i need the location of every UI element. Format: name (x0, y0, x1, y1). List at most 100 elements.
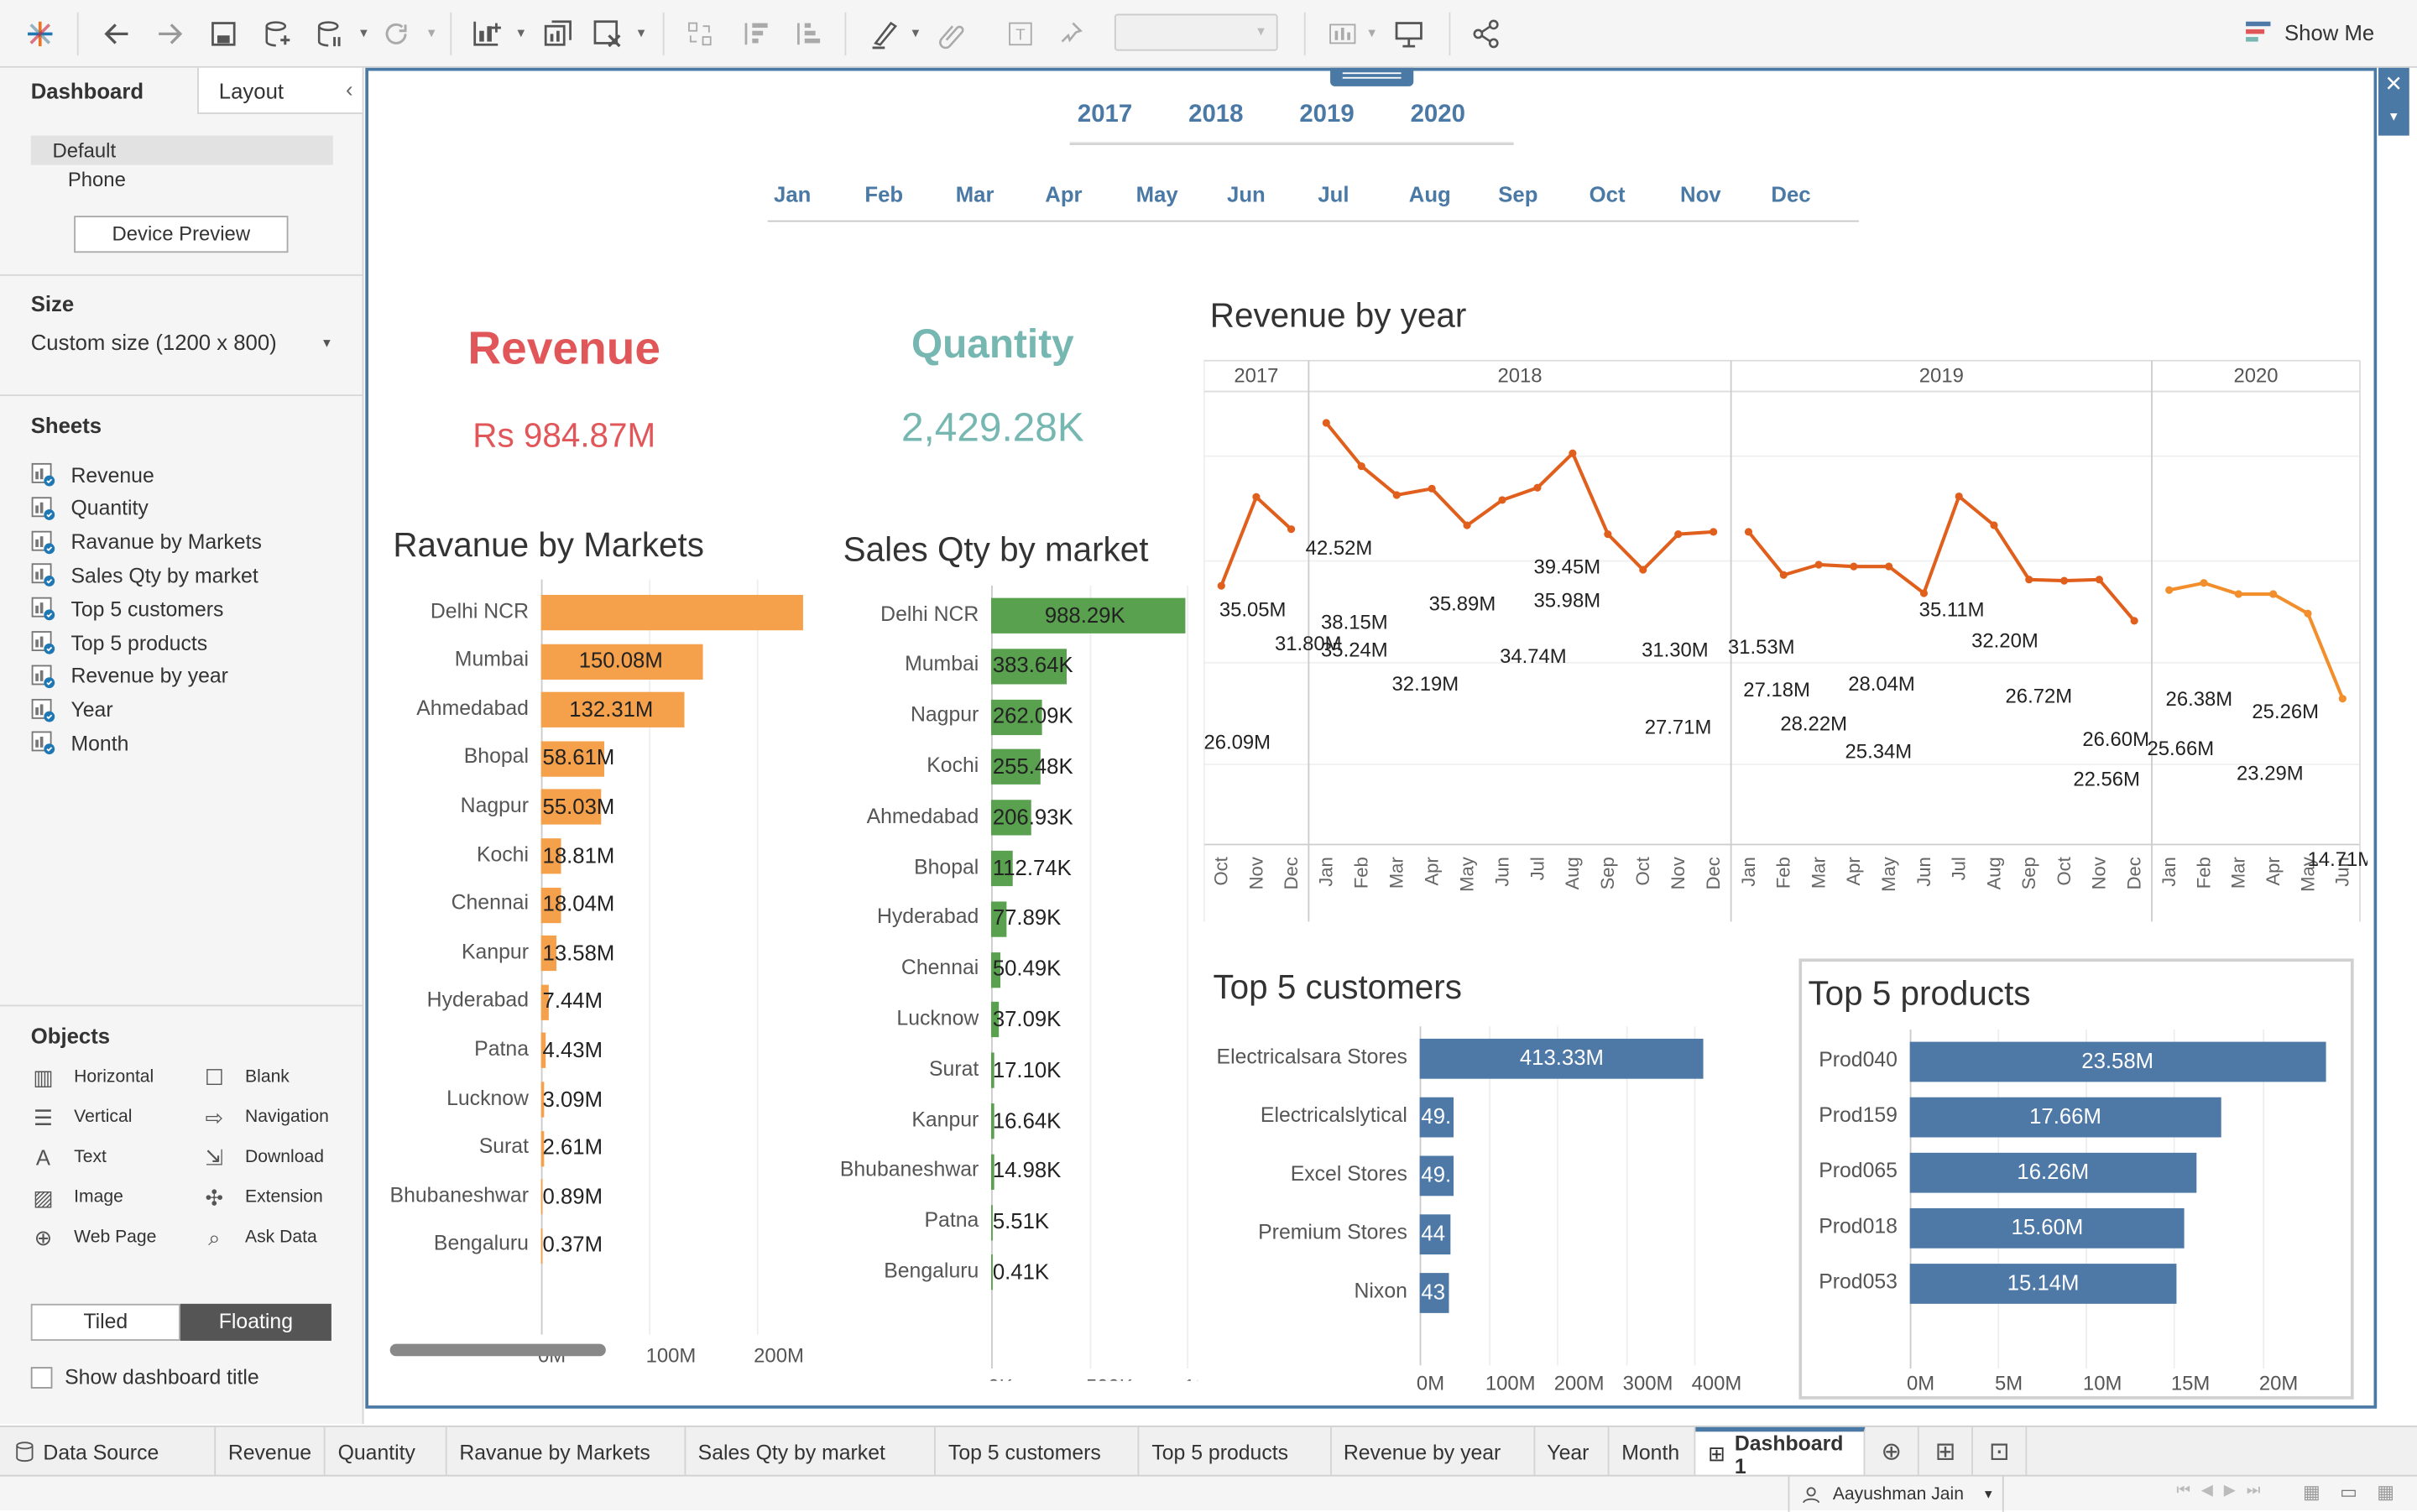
sheet-item[interactable]: Quantity (31, 493, 149, 524)
tab-sheet[interactable]: Quantity (326, 1426, 447, 1477)
new-worksheet-tab-icon[interactable]: ⊕ (1865, 1426, 1919, 1477)
tab-sheet[interactable]: Year (1535, 1426, 1610, 1477)
year-filter: 2017 2018 2019 2020 (1069, 99, 1514, 145)
duplicate-icon[interactable] (536, 13, 579, 55)
sort-ascending-icon[interactable] (733, 13, 776, 55)
sheet-item[interactable]: Year (31, 695, 113, 726)
label-icon[interactable]: T (999, 13, 1041, 55)
tab-layout[interactable]: Layout ‹ (197, 67, 363, 114)
month-filter-item[interactable]: Jan (774, 182, 811, 206)
clear-icon[interactable] (586, 13, 629, 55)
collapse-pane-icon[interactable]: ‹ (346, 77, 353, 102)
highlight-icon[interactable] (864, 13, 906, 55)
save-icon[interactable] (202, 13, 245, 55)
tab-sheet[interactable]: Top 5 products (1140, 1426, 1332, 1477)
object-item-text[interactable]: A Text (31, 1142, 107, 1173)
tab-sheet[interactable]: Sales Qty by market (686, 1426, 937, 1477)
show-me-button[interactable]: Show Me (2244, 18, 2374, 46)
share-icon[interactable] (1464, 13, 1507, 55)
fix-axes-icon[interactable] (1052, 13, 1094, 55)
new-worksheet-icon[interactable] (466, 13, 509, 55)
show-dashboard-title-checkbox[interactable]: Show dashboard title (30, 1365, 259, 1389)
sheet-item[interactable]: Revenue (31, 459, 154, 490)
tab-sheet[interactable]: Revenue by year (1331, 1426, 1535, 1477)
new-dashboard-tab-icon[interactable]: ⊞ (1919, 1426, 1973, 1477)
year-filter-item[interactable]: 2018 (1188, 102, 1243, 129)
horizontal-scrollbar[interactable] (389, 1343, 606, 1357)
undo-icon[interactable] (96, 13, 138, 55)
sheet-item[interactable]: Sales Qty by market (31, 560, 258, 591)
month-filter-item[interactable]: Sep (1498, 182, 1537, 206)
chevron-down-icon[interactable]: ▼ (425, 26, 438, 40)
user-menu[interactable]: Aayushman Jain ▼ (1788, 1476, 2004, 1512)
tab-sheet[interactable]: Revenue (216, 1426, 326, 1477)
month-filter-item[interactable]: Jun (1227, 182, 1266, 206)
data-label: 25.26M (2252, 701, 2319, 723)
object-item-navigation[interactable]: ⇨ Navigation (202, 1102, 329, 1133)
month-filter-item[interactable]: Apr (1045, 182, 1082, 206)
show-tabs-icon[interactable]: ▭ (2340, 1481, 2357, 1503)
object-item-ask-data[interactable]: ⌕ Ask Data (202, 1223, 317, 1254)
tiled-toggle[interactable]: Tiled (30, 1303, 180, 1341)
month-filter-item[interactable]: Oct (1590, 182, 1626, 206)
sheet-navigation[interactable]: ⏮◀▶⏭ (2176, 1483, 2271, 1499)
tab-sheet[interactable]: Month (1610, 1426, 1696, 1477)
sheet-item[interactable]: Top 5 customers (31, 593, 223, 624)
object-item-web-page[interactable]: ⊕ Web Page (31, 1223, 157, 1254)
chevron-down-icon[interactable]: ▼ (2388, 109, 2400, 123)
month-filter-item[interactable]: Mar (956, 182, 994, 206)
sheet-item[interactable]: Revenue by year (31, 661, 228, 692)
chevron-down-icon[interactable]: ▼ (514, 26, 527, 40)
tab-dashboard[interactable]: Dashboard (0, 67, 198, 114)
pause-updates-icon[interactable] (308, 13, 351, 55)
new-story-tab-icon[interactable]: ⊡ (1973, 1426, 2028, 1477)
object-item-extension[interactable]: ✣ Extension (202, 1182, 323, 1213)
show-filmstrip-icon[interactable]: ▦ (2303, 1481, 2320, 1503)
year-filter-item[interactable]: 2019 (1299, 102, 1354, 129)
month-filter-item[interactable]: Dec (1771, 182, 1810, 206)
close-icon[interactable]: ✕ (2384, 70, 2403, 96)
year-filter-item[interactable]: 2020 (1411, 102, 1465, 129)
sort-descending-icon[interactable] (786, 13, 829, 55)
tab-data-source[interactable]: Data Source (0, 1426, 217, 1477)
tab-dashboard-1[interactable]: ⊞ Dashboard 1 (1695, 1426, 1866, 1477)
device-preview-button[interactable]: Device Preview (74, 216, 289, 253)
object-item-horizontal[interactable]: ▥ Horizontal (31, 1061, 154, 1092)
group-icon[interactable] (930, 13, 973, 55)
show-cards-icon[interactable] (1323, 13, 1365, 55)
sheet-item[interactable]: Month (31, 728, 128, 759)
month-filter-item[interactable]: Feb (864, 182, 903, 206)
tableau-logo-icon[interactable] (18, 13, 61, 55)
tab-sheet[interactable]: Ravanue by Markets (447, 1426, 686, 1477)
chevron-down-icon[interactable]: ▼ (910, 26, 922, 40)
object-item-vertical[interactable]: ☰ Vertical (31, 1102, 133, 1133)
object-item-image[interactable]: ▨ Image (31, 1182, 123, 1213)
month-filter-item[interactable]: Nov (1680, 182, 1721, 206)
device-default[interactable]: Default (30, 135, 333, 165)
show-sheet-sorter-icon[interactable]: ▦ (2377, 1481, 2394, 1503)
sheet-item[interactable]: Ravanue by Markets (31, 526, 262, 557)
redo-icon[interactable] (148, 13, 191, 55)
device-phone[interactable]: Phone (68, 168, 126, 191)
chevron-down-icon[interactable]: ▼ (635, 26, 648, 40)
sheet-item[interactable]: Top 5 products (31, 628, 207, 659)
data-point (1217, 581, 1225, 590)
refresh-icon[interactable] (374, 13, 417, 55)
presentation-icon[interactable] (1387, 13, 1430, 55)
swap-icon[interactable] (678, 13, 721, 55)
drag-handle[interactable] (1330, 67, 1414, 86)
year-filter-item[interactable]: 2017 (1078, 102, 1132, 129)
chevron-down-icon[interactable]: ▼ (1365, 26, 1378, 40)
month-filter-item[interactable]: Jul (1318, 182, 1349, 206)
tab-sheet[interactable]: Top 5 customers (936, 1426, 1140, 1477)
axis-tick-label: 5M (1994, 1371, 2023, 1395)
month-filter-item[interactable]: May (1136, 182, 1178, 206)
fit-select[interactable]: ▼ (1114, 13, 1278, 51)
new-data-source-icon[interactable] (256, 13, 299, 55)
object-item-blank[interactable]: ☐ Blank (202, 1061, 290, 1092)
month-filter-item[interactable]: Aug (1409, 182, 1451, 206)
object-item-download[interactable]: ⇲ Download (202, 1142, 324, 1173)
chevron-down-icon[interactable]: ▼ (358, 26, 370, 40)
size-select[interactable]: Custom size (1200 x 800) ▼ (31, 330, 333, 361)
floating-toggle[interactable]: Floating (180, 1303, 331, 1341)
